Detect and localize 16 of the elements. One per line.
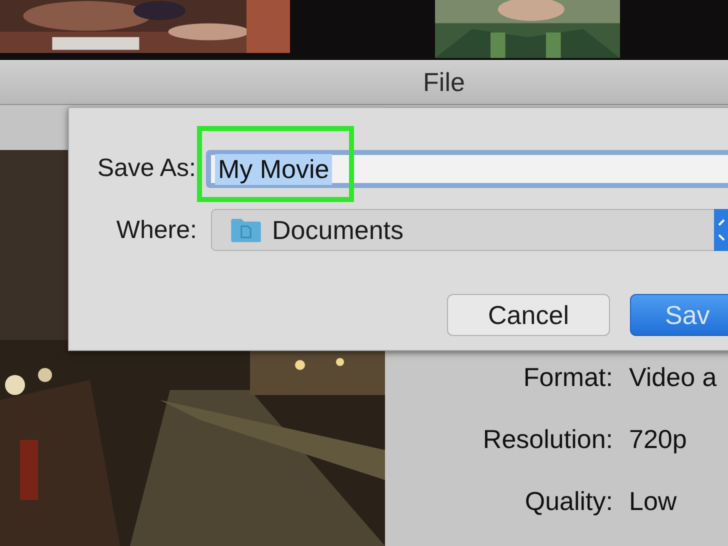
field-label: Where: [115,216,197,244]
setting-label: Resolution: [482,424,613,454]
cancel-button[interactable]: Cancel [447,294,610,336]
stepper-icon [714,209,728,251]
setting-label: Quality: [524,486,613,516]
setting-label: Format: [522,362,613,392]
field-value: My Movie [215,154,332,184]
field-label: Save As: [96,154,196,182]
location-dropdown[interactable]: Documents [211,209,728,251]
setting-value: Video a [629,362,718,392]
folder-icon [230,217,262,243]
window-title: File [423,67,465,98]
name-field[interactable]: My Movie [206,150,728,188]
setting-value: Low [629,486,678,516]
dropdown-value: Documents [272,214,404,246]
setting-value: 720p [629,424,688,454]
